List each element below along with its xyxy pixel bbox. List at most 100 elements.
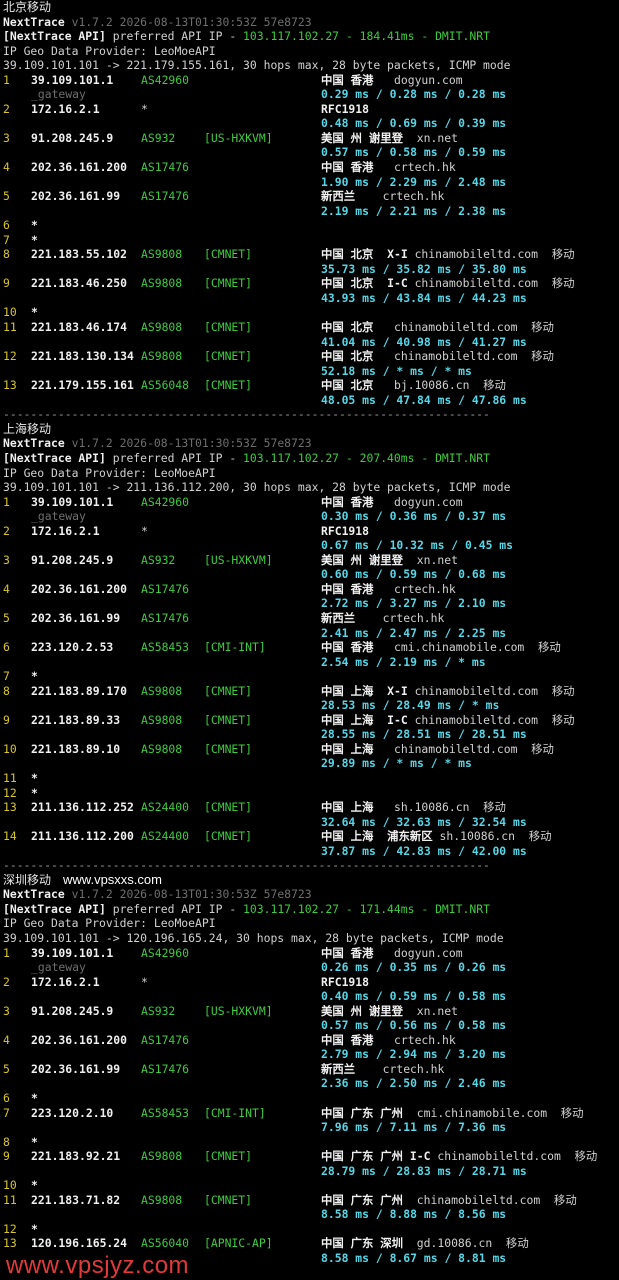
hop-asn: AS42960	[141, 494, 190, 509]
hop-number: 9	[3, 276, 10, 291]
hop-isp: 移动	[538, 712, 575, 727]
geo-provider: IP Geo Data Provider: LeoMoeAPI	[3, 465, 216, 480]
hop-geo: 中国 上海 浦东新区 sh.10086.cn 移动	[321, 829, 552, 844]
hop-hostname: sh.10086.cn	[373, 800, 470, 815]
hop-asn: *	[141, 523, 148, 538]
hop-hostname: chinamobileltd.com	[430, 1149, 561, 1164]
hop-asn: AS9808	[141, 276, 183, 291]
hop-rtt-row: 28.55 ms / 28.51 ms / 28.51 ms	[3, 727, 619, 742]
hop-tag: [CMNET]	[204, 247, 253, 262]
api-sep: -	[339, 29, 360, 44]
hop-rtt-row: 48.05 ms / 47.84 ms / 47.86 ms	[3, 393, 619, 408]
hop-alias: _gateway	[31, 960, 86, 975]
hop-asn: AS932	[141, 1003, 176, 1018]
hop-hostname: chinamobileltd.com	[373, 320, 518, 335]
hop-rtt: 32.64 ms / 32.63 ms / 32.54 ms	[321, 814, 527, 829]
hop-number: 12	[3, 349, 17, 364]
hop-number: 5	[3, 1061, 10, 1076]
hop-hostname: dogyun.com	[373, 945, 463, 960]
hop-asn: AS58453	[141, 640, 190, 655]
hop-row: 10 221.183.89.10 AS9808 [CMNET] 中国 上海 chinam…	[3, 742, 619, 757]
hop-ip: *	[31, 785, 38, 800]
hop-location: 美国 州 谢里登	[321, 1003, 404, 1018]
hop-isp: 移动	[517, 349, 554, 364]
hop-row: 1 39.109.101.1 AS42960 中国 香港 dogyun.com	[3, 946, 619, 961]
hop-ip: 172.16.2.1	[31, 974, 100, 989]
hop-rtt: 8.58 ms / 8.88 ms / 8.56 ms	[321, 1207, 507, 1222]
version-info: v1.7.2 2026-08-13T01:30:53Z 57e8723	[71, 14, 312, 29]
hop-tag: [CMI-INT]	[204, 640, 266, 655]
hop-tag: [CMNET]	[204, 683, 253, 698]
hop-row: 6 *	[3, 218, 619, 233]
api-node: DMIT.NRT	[435, 901, 490, 916]
hop-rtt: 28.55 ms / 28.51 ms / 28.51 ms	[321, 727, 527, 742]
hop-number: 2	[3, 523, 10, 538]
api-sep: -	[414, 29, 436, 44]
hop-number: 8	[3, 1134, 10, 1149]
hop-rtt-row: 2.79 ms / 2.94 ms / 3.20 ms	[3, 1047, 619, 1062]
app-name: NextTrace	[3, 887, 65, 902]
hop-row: 9 221.183.89.33 AS9808 [CMNET] 中国 上海 I-C chi…	[3, 713, 619, 728]
hop-hostname: chinamobileltd.com	[403, 1192, 541, 1207]
hop-location: 新西兰	[321, 1061, 356, 1076]
geo-provider-line: IP Geo Data Provider: LeoMoeAPI	[3, 44, 619, 59]
hop-ip: 172.16.2.1	[31, 523, 100, 538]
hop-ip: 221.183.71.82	[31, 1192, 121, 1207]
hop-rtt-row: _gateway 0.29 ms / 0.28 ms / 0.28 ms	[3, 87, 619, 102]
hop-ip: 39.109.101.1	[31, 945, 114, 960]
hop-ip: *	[31, 1178, 38, 1193]
hop-row: 9 221.183.46.250 AS9808 [CMNET] 中国 北京 I-C ch…	[3, 276, 619, 291]
hop-asn: AS9808	[141, 247, 183, 262]
hop-isp: 移动	[547, 1105, 584, 1120]
hop-ip: 120.196.165.24	[31, 1236, 128, 1251]
site-label: www.vpsxxs.com	[63, 872, 162, 887]
hop-hostname: cmi.chinamobile.com	[373, 640, 525, 655]
hop-rtt-row: 41.04 ms / 40.98 ms / 41.27 ms	[3, 335, 619, 350]
api-sep: -	[414, 901, 436, 916]
hop-hostname: chinamobileltd.com	[407, 276, 539, 291]
hop-isp: 移动	[515, 829, 552, 844]
hop-hostname: sh.10086.cn	[432, 829, 515, 844]
hop-location: 中国 北京	[321, 320, 374, 335]
hop-asn: AS9808	[141, 320, 183, 335]
hop-hostname: xn.net	[403, 130, 458, 145]
hop-hostname: crtech.hk	[355, 610, 445, 625]
hop-rtt-row: 28.53 ms / 28.49 ms / * ms	[3, 698, 619, 713]
hop-asn: AS24400	[141, 829, 190, 844]
geo-provider: IP Geo Data Provider: LeoMoeAPI	[3, 43, 216, 58]
hop-geo: 中国 广东 广州 I-C chinamobileltd.com 移动	[321, 1149, 597, 1164]
hop-geo: 中国 北京 X-I chinamobileltd.com 移动	[321, 247, 575, 262]
hop-ip: 202.36.161.200	[31, 581, 128, 596]
hop-number: 11	[3, 1192, 17, 1207]
section-separator: ----------------------------------------…	[3, 858, 619, 873]
hop-ip: 172.16.2.1	[31, 101, 100, 116]
hop-ip: *	[31, 232, 38, 247]
hop-rtt: 2.36 ms / 2.50 ms / 2.46 ms	[321, 1076, 507, 1091]
hop-ip: 211.136.112.252	[31, 800, 134, 815]
hop-ip: 221.183.89.33	[31, 712, 121, 727]
hop-tag: [CMNET]	[204, 1149, 253, 1164]
hop-rtt-row: 0.57 ms / 0.56 ms / 0.58 ms	[3, 1018, 619, 1033]
hop-hostname: dogyun.com	[373, 72, 463, 87]
hop-tag: [US-HXKVM]	[204, 552, 273, 567]
hop-hostname: cmi.chinamobile.com	[403, 1105, 548, 1120]
hop-row: 13 211.136.112.252 AS24400 [CMNET] 中国 上海 sh.…	[3, 800, 619, 815]
api-line: [NextTrace API] preferred API IP - 103.1…	[3, 902, 619, 917]
hop-location: 中国 香港	[321, 1032, 374, 1047]
hop-row: 10 *	[3, 305, 619, 320]
hop-asn: AS17476	[141, 610, 190, 625]
hop-location: RFC1918	[321, 101, 370, 116]
hop-geo: 中国 上海 X-I chinamobileltd.com 移动	[321, 684, 575, 699]
hop-tag: [US-HXKVM]	[204, 130, 273, 145]
hop-row: 11 221.183.71.82 AS9808 [CMNET] 中国 广东 广州 chi…	[3, 1193, 619, 1208]
api-prefix: [NextTrace API]	[3, 901, 106, 916]
hop-rtt-row: _gateway 0.26 ms / 0.35 ms / 0.26 ms	[3, 960, 619, 975]
hop-ip: 91.208.245.9	[31, 130, 114, 145]
hop-geo: 美国 州 谢里登 xn.net	[321, 553, 458, 568]
hop-asn: AS17476	[141, 1061, 190, 1076]
hop-rtt: 52.18 ms / * ms / * ms	[321, 363, 472, 378]
hop-number: 5	[3, 610, 10, 625]
hop-number: 13	[3, 1236, 17, 1251]
hop-location: 美国 州 谢里登	[321, 130, 404, 145]
hop-number: 12	[3, 1221, 17, 1236]
